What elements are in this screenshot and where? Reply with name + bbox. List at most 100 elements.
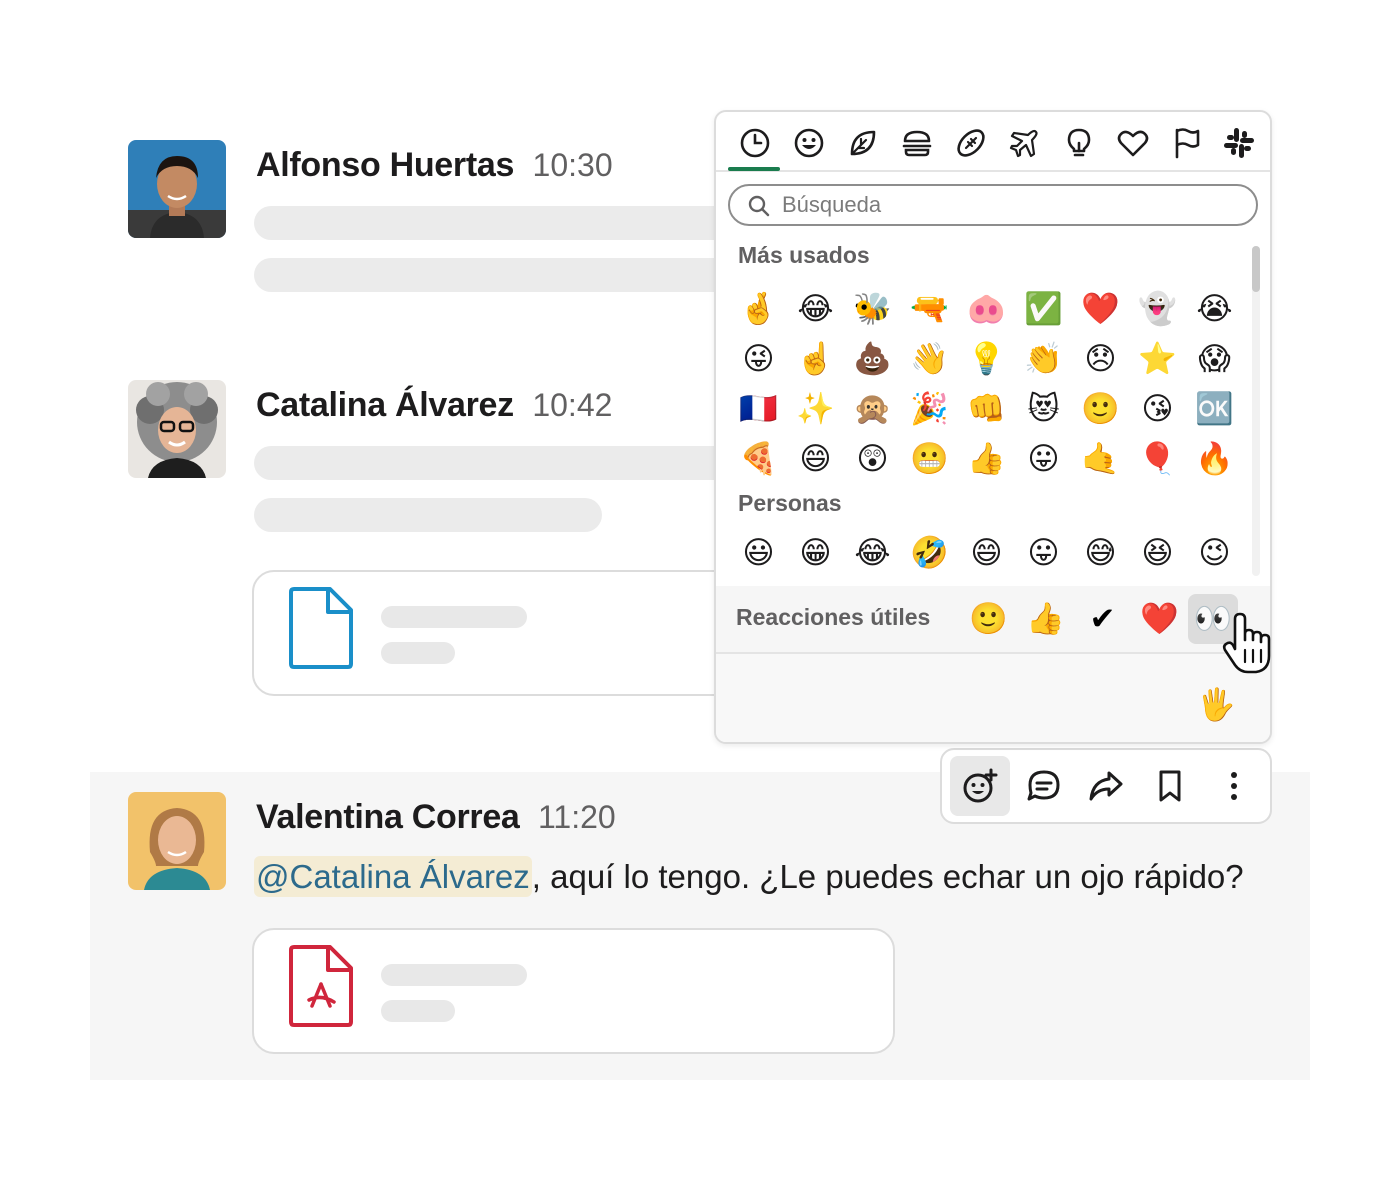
- tab-recent[interactable]: [738, 126, 772, 160]
- emoji-option[interactable]: 🐝: [844, 284, 901, 334]
- file-attachment-pdf[interactable]: [252, 928, 895, 1054]
- picker-scrollbar[interactable]: [1252, 246, 1260, 576]
- tab-nature[interactable]: [846, 126, 880, 160]
- emoji-option[interactable]: 🆗: [1186, 384, 1243, 434]
- avatar-catalina[interactable]: [128, 380, 226, 478]
- message-time[interactable]: 10:30: [533, 147, 613, 183]
- emoji-option[interactable]: 💡: [958, 334, 1015, 384]
- save-message-button[interactable]: [1140, 756, 1200, 816]
- message-time[interactable]: 10:42: [532, 387, 612, 423]
- emoji-option[interactable]: 🎈: [1129, 434, 1186, 484]
- emoji-option[interactable]: 🙂: [1072, 384, 1129, 434]
- useful-reaction-emoji[interactable]: ✔: [1074, 594, 1131, 644]
- file-meta-placeholder: [381, 1000, 455, 1022]
- emoji-option[interactable]: 😞: [1072, 334, 1129, 384]
- emoji-option[interactable]: 😛: [1015, 434, 1072, 484]
- emoji-option[interactable]: 🇫🇷: [730, 384, 787, 434]
- emoji-picker: Más usados 🤞😂🐝🔫🐽✅❤️👻😭😜☝️💩👋💡👏😞⭐😱🇫🇷✨🙊🎉👊😻🙂😘…: [714, 110, 1272, 744]
- emoji-option[interactable]: 🎉: [901, 384, 958, 434]
- emoji-option[interactable]: ✅: [1015, 284, 1072, 334]
- useful-reaction-emoji[interactable]: 👍: [1017, 594, 1074, 644]
- message-header: Alfonso Huertas 10:30: [256, 146, 613, 185]
- tab-food[interactable]: [900, 126, 934, 160]
- emoji-option[interactable]: 👻: [1129, 284, 1186, 334]
- slack-custom-icon: [1224, 128, 1254, 158]
- objects-bulb-icon: [1067, 128, 1091, 157]
- emoji-option[interactable]: 💩: [844, 334, 901, 384]
- flags-icon: [1175, 128, 1200, 159]
- skin-tone-button[interactable]: 🖐️: [1188, 680, 1245, 730]
- tab-activities[interactable]: [954, 126, 988, 160]
- emoji-option[interactable]: ☝️: [787, 334, 844, 384]
- emoji-search[interactable]: [728, 184, 1258, 226]
- emoji-option[interactable]: ✨: [787, 384, 844, 434]
- emoji-option[interactable]: 🔫: [901, 284, 958, 334]
- tab-smileys[interactable]: [792, 126, 826, 160]
- message-header: Valentina Correa 11:20: [256, 798, 616, 837]
- message-text-placeholder: [254, 206, 734, 240]
- emoji-option[interactable]: 😱: [1186, 334, 1243, 384]
- emoji-option[interactable]: 👊: [958, 384, 1015, 434]
- emoji-option[interactable]: 😘: [1129, 384, 1186, 434]
- emoji-option[interactable]: 😛: [1015, 528, 1072, 578]
- more-vertical-icon: [1231, 772, 1237, 800]
- emoji-option[interactable]: 😲: [844, 434, 901, 484]
- emoji-option[interactable]: 👋: [901, 334, 958, 384]
- symbols-heart-icon: [1117, 130, 1149, 157]
- emoji-option[interactable]: 😬: [901, 434, 958, 484]
- emoji-search-input[interactable]: [782, 190, 1242, 220]
- pointer-hand-cursor-icon: [1222, 612, 1271, 674]
- emoji-option[interactable]: 😭: [1186, 284, 1243, 334]
- emoji-option[interactable]: 🙊: [844, 384, 901, 434]
- emoji-option[interactable]: 🤞: [730, 284, 787, 334]
- add-reaction-button[interactable]: [950, 756, 1010, 816]
- author-name[interactable]: Alfonso Huertas: [256, 146, 514, 184]
- tab-travel[interactable]: [1008, 126, 1042, 160]
- emoji-option[interactable]: 😂: [844, 528, 901, 578]
- emoji-option[interactable]: 😄: [787, 434, 844, 484]
- user-mention[interactable]: @Catalina Álvarez: [254, 856, 532, 897]
- emoji-option[interactable]: 😜: [730, 334, 787, 384]
- useful-reaction-emoji[interactable]: 🙂: [960, 594, 1017, 644]
- emoji-option[interactable]: 😂: [787, 284, 844, 334]
- emoji-option[interactable]: 👍: [958, 434, 1015, 484]
- section-people-label: Personas: [738, 490, 842, 516]
- avatar-alfonso[interactable]: [128, 140, 226, 238]
- emoji-option[interactable]: 👏: [1015, 334, 1072, 384]
- emoji-option[interactable]: 🍕: [730, 434, 787, 484]
- recent-icon: [740, 128, 770, 158]
- avatar-photo-woman-grey-hair: [128, 380, 226, 478]
- message-body-text: , aquí lo tengo. ¿Le puedes echar un ojo…: [531, 858, 1244, 895]
- picker-scroll-thumb[interactable]: [1252, 246, 1260, 292]
- picker-footer: 🖐️: [716, 654, 1270, 742]
- emoji-option[interactable]: 😄: [958, 528, 1015, 578]
- emoji-option[interactable]: 😻: [1015, 384, 1072, 434]
- author-name[interactable]: Catalina Álvarez: [256, 386, 514, 424]
- more-actions-button[interactable]: [1204, 756, 1264, 816]
- emoji-option[interactable]: ⭐: [1129, 334, 1186, 384]
- emoji-option[interactable]: 🤣: [901, 528, 958, 578]
- emoji-option[interactable]: 😉: [1186, 528, 1243, 578]
- section-frequent-label: Más usados: [738, 242, 870, 268]
- reply-thread-button[interactable]: [1014, 756, 1074, 816]
- share-message-button[interactable]: [1076, 756, 1136, 816]
- emoji-option[interactable]: 😅: [1072, 528, 1129, 578]
- document-file-icon: [289, 587, 353, 669]
- avatar-valentina[interactable]: [128, 792, 226, 890]
- emoji-option[interactable]: 😃: [730, 528, 787, 578]
- tab-objects[interactable]: [1062, 126, 1096, 160]
- search-icon: [748, 195, 770, 217]
- message-time[interactable]: 11:20: [538, 799, 616, 835]
- tab-custom[interactable]: [1222, 126, 1256, 160]
- file-meta-placeholder: [381, 642, 455, 664]
- emoji-option[interactable]: 🐽: [958, 284, 1015, 334]
- useful-reaction-emoji[interactable]: ❤️: [1131, 594, 1188, 644]
- emoji-option[interactable]: 🤙: [1072, 434, 1129, 484]
- tab-symbols[interactable]: [1116, 126, 1150, 160]
- tab-flags[interactable]: [1170, 126, 1204, 160]
- emoji-option[interactable]: 😁: [787, 528, 844, 578]
- emoji-option[interactable]: 😆: [1129, 528, 1186, 578]
- author-name[interactable]: Valentina Correa: [256, 798, 520, 836]
- emoji-option[interactable]: 🔥: [1186, 434, 1243, 484]
- emoji-option[interactable]: ❤️: [1072, 284, 1129, 334]
